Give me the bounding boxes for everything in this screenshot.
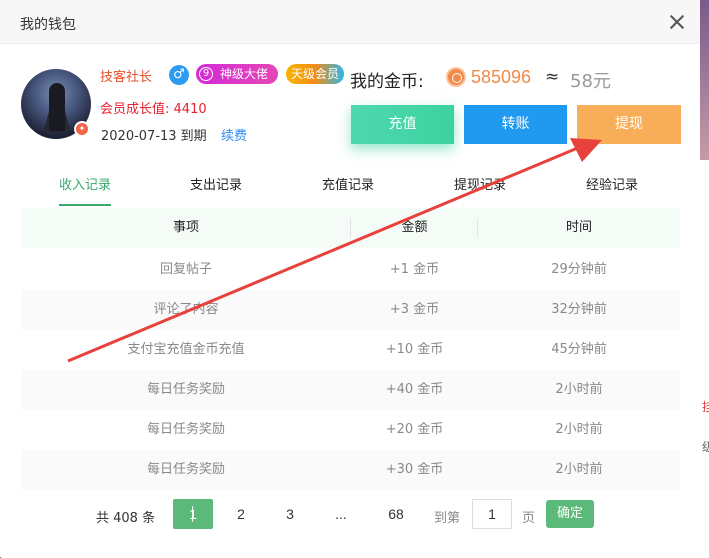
background-text: 挂 bbox=[702, 400, 709, 414]
coins-value: 585096 bbox=[471, 67, 532, 87]
transfer-button[interactable]: 转账 bbox=[464, 105, 567, 144]
row-amount: +30 金币 bbox=[385, 462, 444, 477]
coins-rmb-value: 58元 bbox=[570, 71, 611, 92]
table-row: 每日任务奖励 +40 金币 2小时前 bbox=[21, 370, 680, 410]
coins-label: 我的金币: bbox=[350, 72, 424, 92]
tab-withdraw[interactable]: 提现记录 bbox=[454, 170, 506, 206]
approx-symbol: ≈ bbox=[545, 67, 560, 87]
page-button-current[interactable]: 1 bbox=[173, 499, 213, 529]
recharge-button[interactable]: 充值 bbox=[351, 105, 454, 144]
table-row: 回复帖子 +1 金币 29分钟前 bbox=[21, 250, 680, 290]
wallet-dialog: 我的钱包 ✦ 技客社长 ♂ 9 神级大佬 天级会员 会员成长值: 4410 20… bbox=[0, 0, 700, 558]
withdraw-button[interactable]: 提现 bbox=[577, 105, 681, 144]
column-header-time: 时间 bbox=[565, 220, 592, 235]
row-time: 2小时前 bbox=[555, 422, 603, 437]
goto-suffix: 页 bbox=[522, 511, 536, 526]
row-item: 评论了内容 bbox=[153, 302, 219, 317]
row-item: 每日任务奖励 bbox=[146, 422, 225, 437]
row-item: 每日任务奖励 bbox=[146, 462, 225, 477]
username[interactable]: 技客社长 bbox=[100, 66, 152, 85]
male-icon: ♂ bbox=[169, 65, 189, 85]
dialog-header: 我的钱包 bbox=[0, 0, 700, 44]
table-row: 支付宝充值金币充值 +10 金币 45分钟前 bbox=[21, 330, 680, 370]
row-time: 29分钟前 bbox=[551, 262, 607, 277]
row-amount: +3 金币 bbox=[389, 302, 440, 317]
goto-page-input[interactable]: 1 bbox=[472, 499, 512, 529]
row-item: 回复帖子 bbox=[159, 262, 212, 277]
row-amount: +10 金币 bbox=[385, 342, 444, 357]
page-button-last[interactable]: 68 bbox=[381, 499, 411, 529]
row-amount: +20 金币 bbox=[385, 422, 444, 437]
page-ellipsis: ... bbox=[335, 506, 347, 522]
tab-income[interactable]: 收入记录 bbox=[59, 170, 112, 206]
row-time: 2小时前 bbox=[555, 462, 603, 477]
level-number: 9 bbox=[199, 67, 213, 81]
goto-confirm-button[interactable]: 确定 bbox=[546, 500, 594, 528]
row-item: 每日任务奖励 bbox=[146, 382, 225, 397]
vip-badge: 天级会员 bbox=[286, 64, 344, 84]
level-label: 神级大佬 bbox=[220, 67, 269, 81]
coin-icon bbox=[446, 67, 466, 87]
pagination: 共 408 条 1 2 3 ... 68 到第 1 页 确定 bbox=[0, 499, 700, 529]
tab-expense[interactable]: 支出记录 bbox=[190, 170, 242, 206]
record-tabs: 收入记录 支出记录 充值记录 提现记录 经验记录 bbox=[22, 170, 680, 206]
row-time: 45分钟前 bbox=[551, 342, 607, 357]
goto-prefix: 到第 bbox=[434, 511, 461, 526]
avatar-badge-icon: ✦ bbox=[74, 121, 90, 137]
record-table-body: 回复帖子 +1 金币 29分钟前 评论了内容 +3 金币 32分钟前 支付宝充值… bbox=[21, 250, 680, 490]
dialog-title: 我的钱包 bbox=[20, 17, 76, 33]
table-row: 每日任务奖励 +30 金币 2小时前 bbox=[21, 450, 680, 490]
tab-recharge[interactable]: 充值记录 bbox=[322, 170, 374, 206]
background-text: 级 bbox=[702, 440, 709, 454]
background-right-image bbox=[699, 0, 709, 160]
row-time: 32分钟前 bbox=[551, 302, 607, 317]
close-icon[interactable] bbox=[667, 12, 687, 32]
column-header-amount: 金额 bbox=[401, 220, 428, 235]
page-button[interactable]: 2 bbox=[226, 499, 256, 529]
column-header-item: 事项 bbox=[172, 220, 199, 235]
page-button[interactable]: 3 bbox=[275, 499, 305, 529]
table-row: 评论了内容 +3 金币 32分钟前 bbox=[21, 290, 680, 330]
row-item: 支付宝充值金币充值 bbox=[127, 342, 245, 357]
table-header: 事项 金额 时间 bbox=[21, 208, 680, 248]
row-time: 2小时前 bbox=[555, 382, 603, 397]
table-row: 每日任务奖励 +20 金币 2小时前 bbox=[21, 410, 680, 450]
total-count: 共 408 条 bbox=[96, 511, 156, 526]
row-amount: +40 金币 bbox=[385, 382, 444, 397]
level-badge: 9 神级大佬 bbox=[196, 64, 278, 84]
tab-experience[interactable]: 经验记录 bbox=[586, 170, 638, 206]
renew-link[interactable]: 续费 bbox=[221, 125, 247, 144]
row-amount: +1 金币 bbox=[389, 262, 440, 277]
growth-value: 会员成长值: 4410 bbox=[100, 102, 207, 117]
expire-date: 2020-07-13 到期 bbox=[101, 129, 207, 144]
